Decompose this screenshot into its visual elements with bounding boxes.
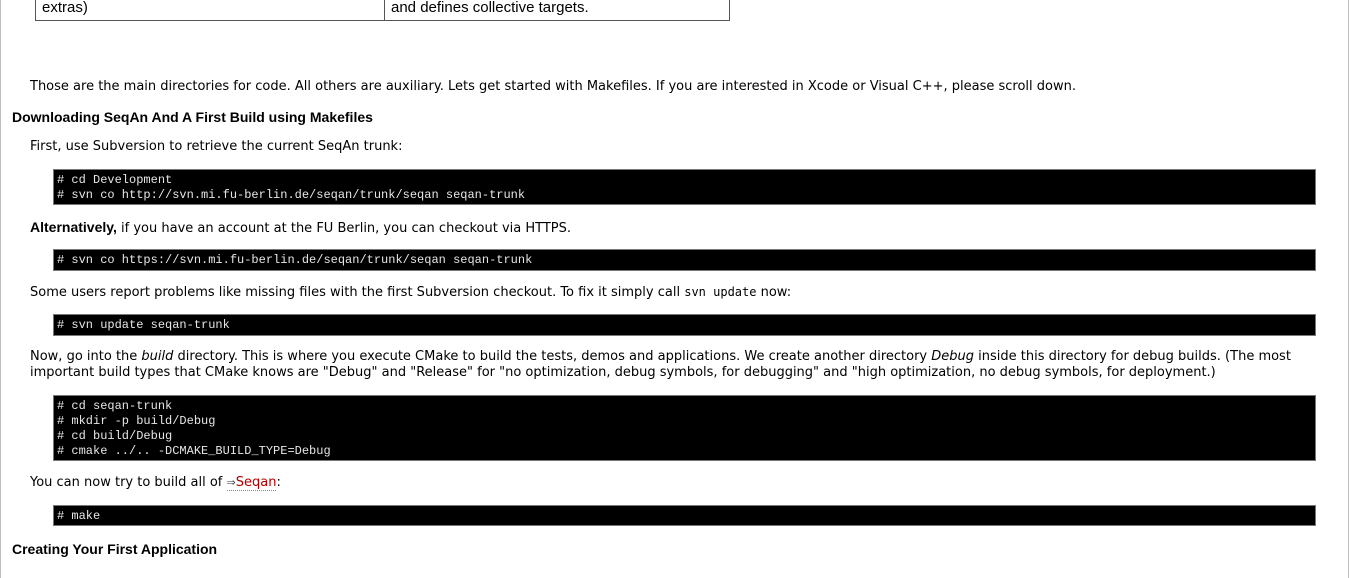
table-cell-text: extras) — [42, 0, 88, 16]
code-line: # svn co http://svn.mi.fu-berlin.de/seqa… — [57, 188, 526, 202]
code-line: # cd Development — [57, 173, 173, 187]
text-span: Some users report problems like missing … — [30, 285, 685, 300]
code-line: # cd build/Debug — [57, 429, 173, 443]
text-span: : — [276, 475, 281, 490]
table-cell: and defines collective targets. — [384, 0, 730, 21]
code-block-make: # make — [53, 505, 1316, 526]
code-line: # svn update seqan-trunk — [57, 318, 230, 332]
code-block-cmake: # cd seqan-trunk # mkdir -p build/Debug … — [53, 395, 1316, 461]
code-block-checkout: # cd Development # svn co http://svn.mi.… — [53, 169, 1316, 205]
seqan-link[interactable]: ⇒Seqan — [226, 475, 277, 491]
code-line: # cd seqan-trunk — [57, 399, 173, 413]
code-block-https: # svn co https://svn.mi.fu-berlin.de/seq… — [53, 249, 1316, 271]
paragraph-retrieve-trunk: First, use Subversion to retrieve the cu… — [30, 139, 403, 154]
seqan-link-text: Seqan — [235, 475, 277, 490]
table-cell-text: and defines collective targets. — [391, 0, 589, 16]
paragraph-build-directory: Now, go into the build directory. This i… — [30, 349, 1340, 381]
table-cell: extras) — [35, 0, 385, 21]
intro-paragraph: Those are the main directories for code.… — [30, 79, 1076, 94]
emphasis-build: build — [141, 349, 174, 364]
code-line: # svn co https://svn.mi.fu-berlin.de/seq… — [57, 253, 533, 267]
emphasis-debug: Debug — [931, 349, 975, 364]
section-heading-downloading: Downloading SeqAn And A First Build usin… — [12, 109, 373, 125]
code-line: # cmake ../.. -DCMAKE_BUILD_TYPE=Debug — [57, 444, 331, 458]
link-arrow-icon: ⇒ — [226, 476, 236, 489]
inline-code: svn update — [684, 285, 757, 299]
paragraph-svn-update: Some users report problems like missing … — [30, 284, 791, 301]
directories-table: extras) and defines collective targets. — [35, 0, 730, 21]
section-heading-first-application: Creating Your First Application — [12, 541, 218, 557]
text-span: You can now try to build all of — [30, 475, 227, 490]
code-block-update: # svn update seqan-trunk — [53, 314, 1316, 336]
alternatively-text: if you have an account at the FU Berlin,… — [116, 221, 572, 236]
paragraph-alternatively: Alternatively, if you have an account at… — [30, 219, 571, 237]
alternatively-strong: Alternatively, — [30, 219, 117, 235]
text-span: Now, go into the — [30, 349, 142, 364]
code-line: # make — [57, 509, 101, 523]
paragraph-build-all: You can now try to build all of ⇒Seqan: — [30, 475, 281, 491]
code-line: # mkdir -p build/Debug — [57, 414, 216, 428]
text-span: directory. This is where you execute CMa… — [173, 349, 932, 364]
text-span: now: — [756, 285, 792, 300]
